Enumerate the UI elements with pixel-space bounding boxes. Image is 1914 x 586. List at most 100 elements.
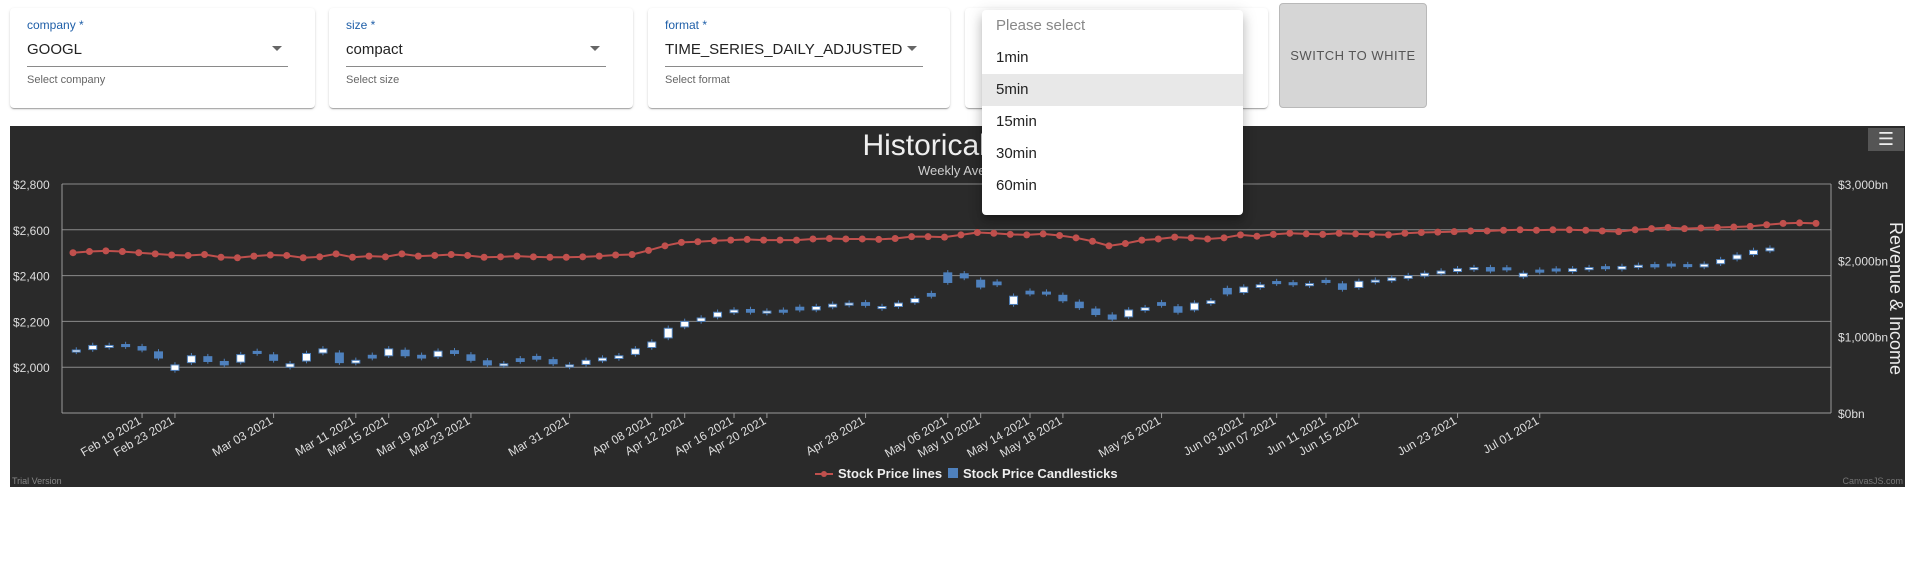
x-tick-label: Mar 31 2021 [506,413,572,459]
candle-body [203,356,213,362]
line-point [283,251,291,259]
candle-body [219,360,229,366]
line-point [710,237,718,245]
candle-body [1124,309,1134,318]
candle-body [1584,267,1594,271]
company-label: company * [27,18,84,32]
candle-body [1321,279,1331,283]
candle-body [614,355,624,359]
line-point [1138,236,1146,244]
line-point [332,250,340,258]
size-helper-text: Select size [346,74,400,86]
chart-plot: $2,800 $2,600 $2,400 $2,200 $2,000 $3,000bn $2… [12,178,1905,486]
dropdown-option-1min[interactable]: 1min [982,42,1243,74]
dropdown-option-30min[interactable]: 30min [982,138,1243,170]
candle-body [893,302,903,308]
company-value[interactable]: GOOGL [27,40,288,67]
candle-body [647,341,657,349]
x-tick-label: Jul 01 2021 [1481,413,1542,456]
line-point [1631,226,1639,234]
line-point [793,236,801,244]
line-point [118,248,126,256]
candle-body [1173,306,1183,313]
y-tick-label: $2,200 [13,315,50,329]
candle-body [170,364,180,371]
line-point [447,251,455,259]
line-point [1434,228,1442,236]
candle-body [1091,308,1101,316]
line-point [349,253,357,261]
line-point [184,251,192,259]
y-right-tick-label: $2,000bn [1838,254,1888,268]
candle-body [910,298,920,304]
credit-text: CanvasJS.com [1842,476,1903,486]
line-point [1302,230,1310,238]
format-label: format * [665,18,708,32]
chevron-down-icon[interactable] [590,46,600,51]
line-point [957,231,965,239]
candle-body [1699,263,1709,268]
candle-body [745,308,755,313]
line-point [1565,226,1573,234]
y-right-axis-label: Revenue & Income [1886,222,1905,375]
format-value-text: TIME_SERIES_DAILY_ADJUSTED [665,41,903,58]
line-point [858,235,866,243]
dropdown-option-15min[interactable]: 15min [982,106,1243,138]
line-point [875,235,883,243]
dropdown-option-5min[interactable]: 5min [982,74,1243,106]
candle-body [121,344,131,348]
line-point [694,238,702,246]
line-point [1072,234,1080,242]
interval-dropdown-menu: Please select 1min 5min 15min 30min 60mi… [982,10,1243,215]
candle-body [1666,263,1676,267]
size-card: size * compact Select size [329,8,633,108]
line-point [891,235,899,243]
line-point [135,249,143,257]
line-point [414,252,422,260]
line-point [381,253,389,261]
candle-body [1157,302,1167,306]
candle-body [548,359,558,365]
candle-body [1009,295,1019,305]
candle-body [1716,259,1726,265]
candle-body [1387,277,1397,282]
candle-body [137,346,147,351]
x-tick-label: Mar 03 2021 [210,413,276,459]
dropdown-placeholder[interactable]: Please select [982,10,1243,42]
y-tick-label: $2,800 [13,178,50,192]
line-point [1319,230,1327,238]
candle-body [301,352,311,362]
candle-body [565,364,575,368]
chevron-down-icon[interactable] [272,46,282,51]
switch-theme-button[interactable]: SWITCH TO WHITE [1279,3,1427,108]
line-point [1121,240,1129,248]
candle-body [1140,307,1150,311]
y-right-tick-label: $0bn [1838,407,1865,421]
candle-body [1765,247,1775,252]
size-value[interactable]: compact [346,40,606,67]
candle-body [976,279,986,288]
candle-body [466,354,476,361]
format-value[interactable]: TIME_SERIES_DAILY_ADJUSTED [665,40,923,67]
line-point [1023,231,1031,239]
chevron-down-icon[interactable] [907,46,917,51]
format-select[interactable]: format * TIME_SERIES_DAILY_ADJUSTED Sele… [665,18,923,86]
candle-body [1370,279,1380,283]
line-point [1171,233,1179,241]
size-select[interactable]: size * compact Select size [346,18,606,86]
y-right-tick-label: $3,000bn [1838,178,1888,192]
dropdown-option-60min[interactable]: 60min [982,170,1243,202]
candle-body [1568,268,1578,272]
candle-body [71,349,81,353]
y-tick-label: $2,600 [13,224,50,238]
line-point [1105,242,1113,250]
candle-body [186,355,196,364]
line-point [1713,224,1721,232]
line-point [1006,230,1014,238]
line-point [497,253,505,261]
company-select[interactable]: company * GOOGL Select company [27,18,288,86]
candle-body [433,350,443,358]
candle-body [1551,268,1561,272]
candle-body [1107,314,1117,320]
candle-body [104,344,114,348]
